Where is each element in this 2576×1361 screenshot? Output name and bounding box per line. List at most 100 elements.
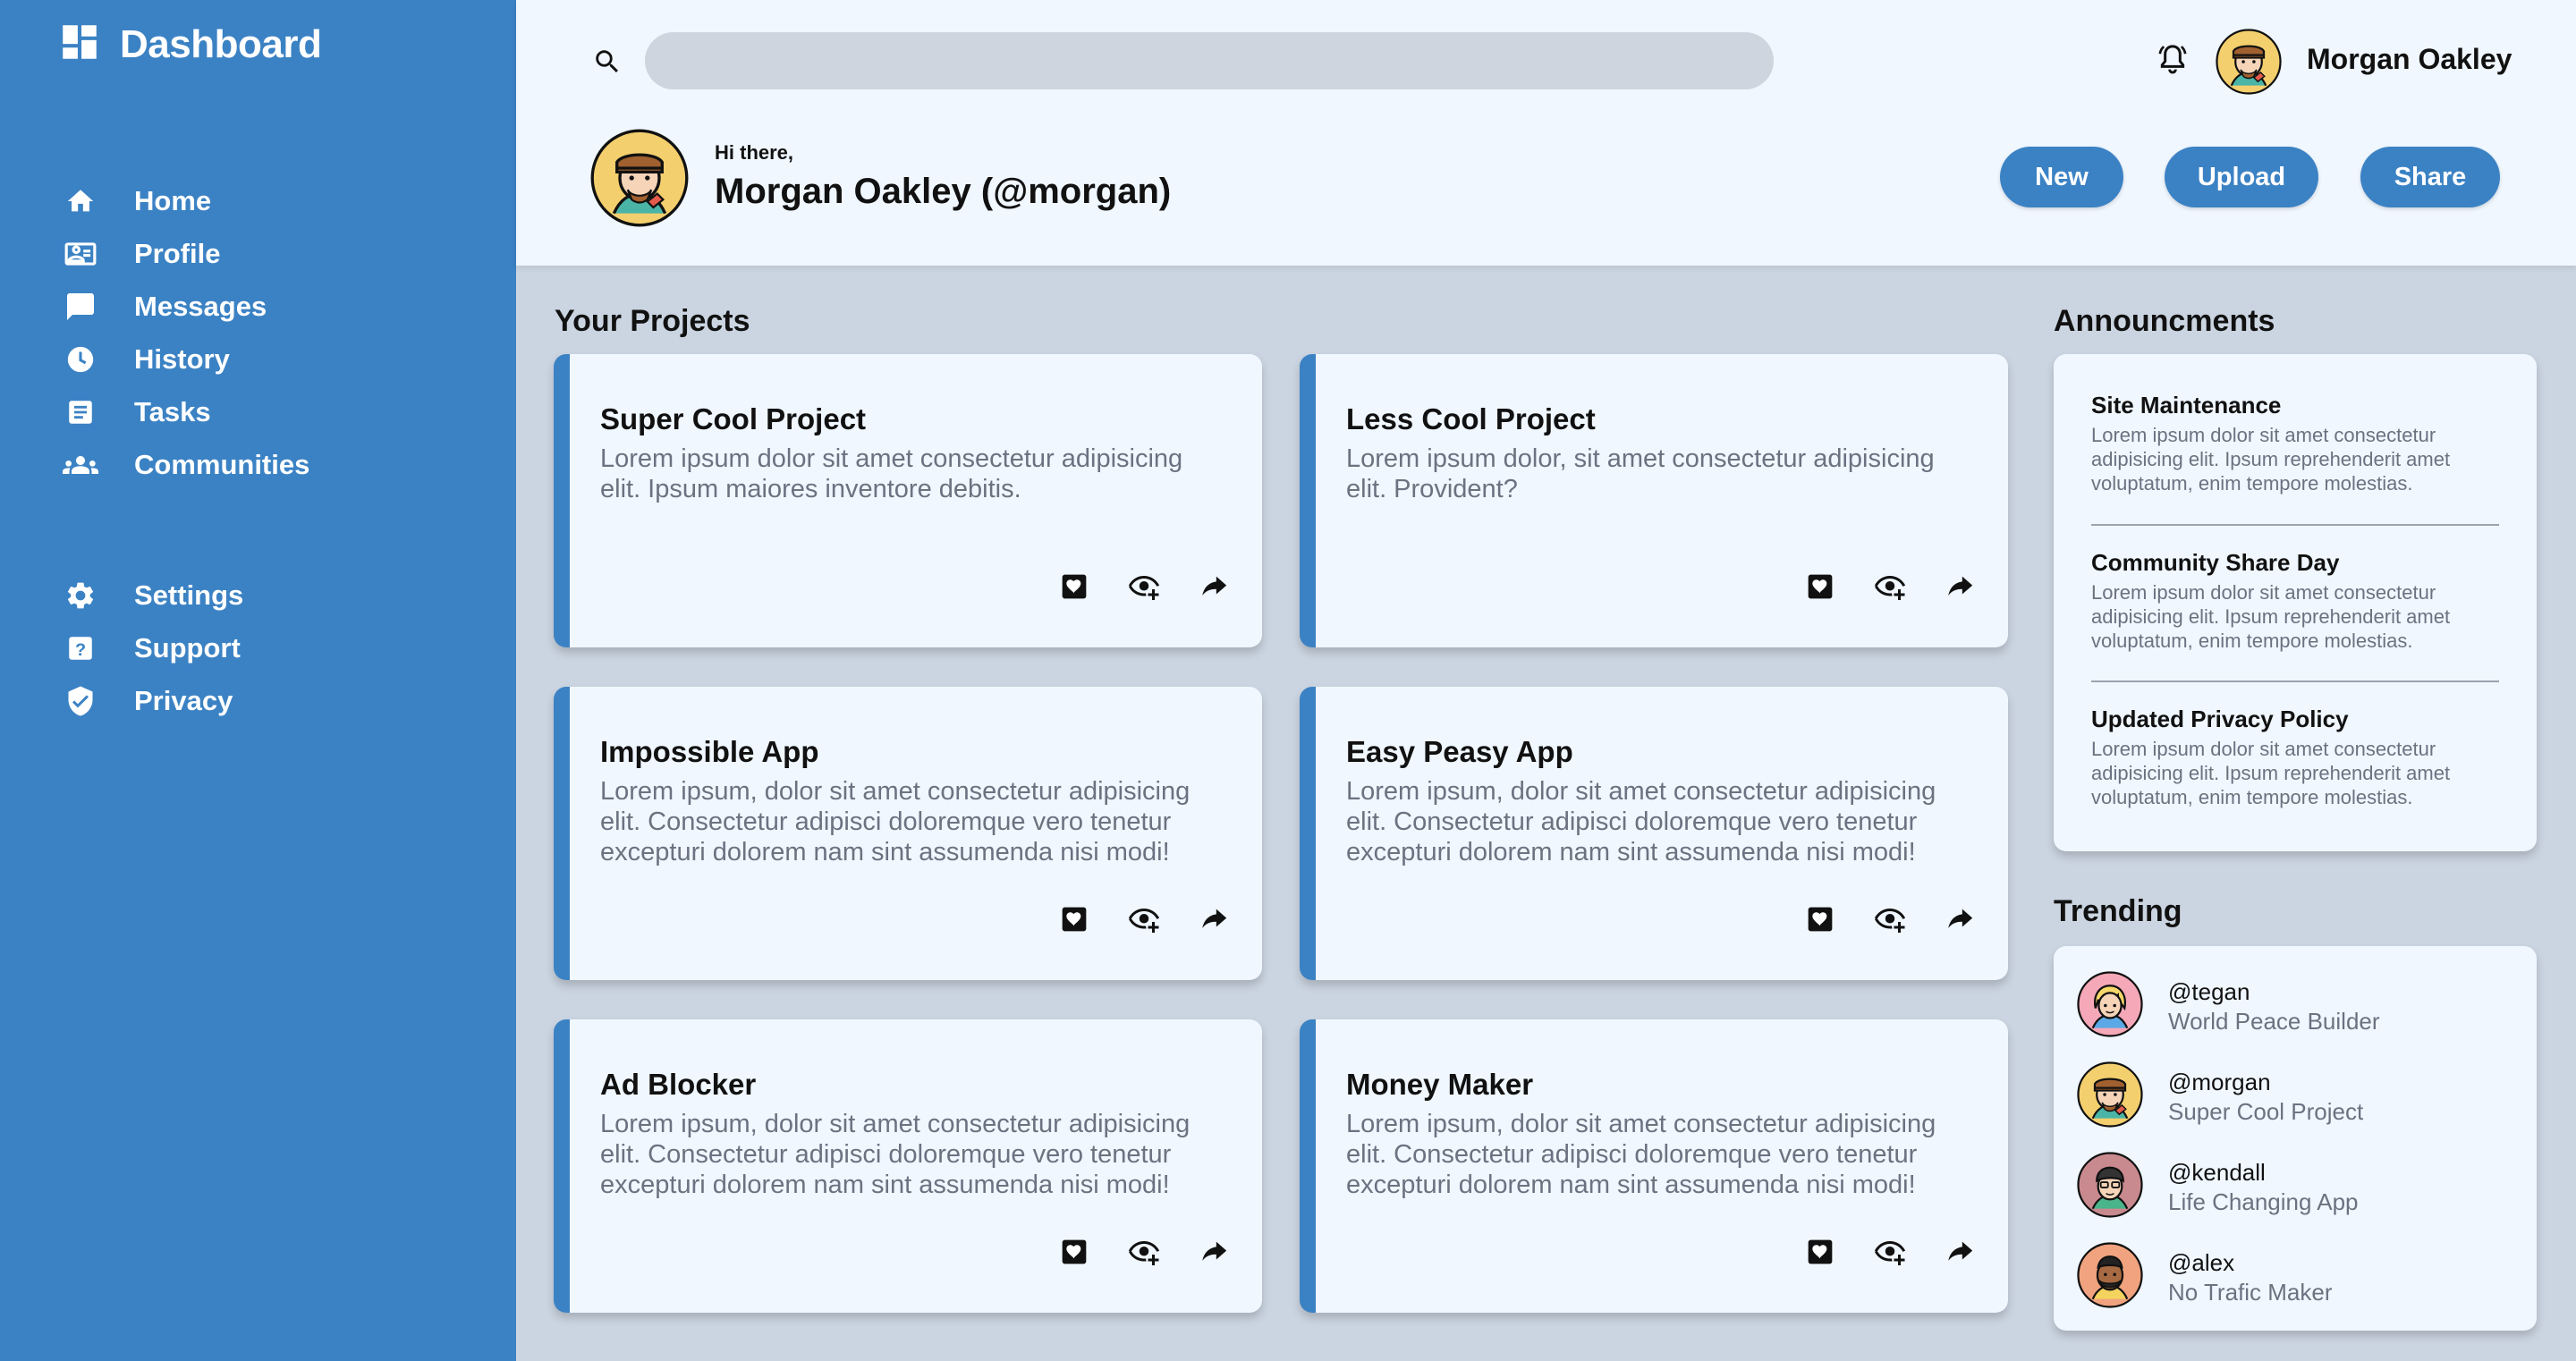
announcements-title: Announcments	[2054, 304, 2275, 338]
announcement-title: Updated Privacy Policy	[2091, 706, 2349, 732]
trending-item[interactable]: @kendall Life Changing App	[2077, 1152, 2359, 1222]
project-card[interactable]: Ad Blocker Lorem ipsum, dolor sit amet c…	[554, 1019, 1262, 1313]
sidebar-item-communities[interactable]: Communities	[63, 438, 309, 491]
announcement-body: Lorem ipsum dolor sit amet consectetur a…	[2091, 581, 2451, 652]
trending-item[interactable]: @alex No Trafic Maker	[2077, 1242, 2333, 1313]
watch-icon[interactable]	[1874, 1236, 1906, 1268]
header: Morgan Oakley Hi there, Morgan Oakley (@…	[516, 0, 2576, 266]
user-name[interactable]: Morgan Oakley	[2307, 43, 2512, 76]
watch-icon[interactable]	[1874, 903, 1906, 935]
project-title: Impossible App	[600, 735, 819, 768]
sidebar-item-messages[interactable]: Messages	[63, 280, 309, 333]
sidebar-item-label: Privacy	[134, 684, 233, 716]
gear-icon	[63, 578, 98, 613]
watch-icon[interactable]	[1128, 571, 1160, 603]
sidebar-item-support[interactable]: ? Support	[63, 621, 243, 674]
sidebar-item-label: Messages	[134, 290, 267, 322]
announcements-panel: Site Maintenance Lorem ipsum dolor sit a…	[2054, 354, 2537, 851]
project-description: Lorem ipsum dolor sit amet consectetur a…	[600, 444, 1183, 503]
profile-display-name: Morgan Oakley (@morgan)	[715, 172, 1172, 211]
sidebar-item-history[interactable]: History	[63, 333, 309, 385]
trending-handle: @alex	[2168, 1248, 2235, 1276]
upload-button[interactable]: Upload	[2165, 147, 2318, 207]
project-description: Lorem ipsum, dolor sit amet consectetur …	[600, 777, 1191, 866]
home-icon	[63, 183, 98, 219]
sidebar-item-tasks[interactable]: Tasks	[63, 385, 309, 438]
sidebar-item-profile[interactable]: Profile	[63, 227, 309, 280]
project-actions	[1058, 1236, 1230, 1268]
new-button[interactable]: New	[2000, 147, 2123, 207]
secondary-nav: Settings ? Support Privacy	[63, 569, 243, 727]
watch-icon[interactable]	[1128, 903, 1160, 935]
favorite-icon[interactable]	[1804, 903, 1836, 935]
project-description: Lorem ipsum dolor, sit amet consectetur …	[1346, 444, 1935, 503]
svg-text:?: ?	[75, 639, 86, 659]
project-title: Less Cool Project	[1346, 402, 1596, 435]
sidebar-item-privacy[interactable]: Privacy	[63, 674, 243, 727]
project-title: Super Cool Project	[600, 402, 867, 435]
greeting: Hi there,	[715, 141, 794, 164]
people-icon	[63, 447, 98, 483]
watch-icon[interactable]	[1128, 1236, 1160, 1268]
sidebar-item-label: Settings	[134, 579, 244, 611]
announcement-item[interactable]: Updated Privacy Policy Lorem ipsum dolor…	[2054, 706, 2494, 809]
announcement-body: Lorem ipsum dolor sit amet consectetur a…	[2091, 424, 2451, 495]
divider	[2091, 524, 2499, 526]
share-icon[interactable]	[1198, 903, 1230, 935]
announcement-title: Site Maintenance	[2091, 392, 2282, 418]
trending-subtitle: Life Changing App	[2168, 1188, 2359, 1215]
share-icon[interactable]	[1944, 903, 1976, 935]
clock-icon	[63, 342, 98, 377]
avatar	[2077, 1152, 2143, 1222]
watch-icon[interactable]	[1874, 571, 1906, 603]
message-icon	[63, 289, 98, 325]
project-actions	[1804, 903, 1976, 935]
favorite-icon[interactable]	[1804, 1236, 1836, 1268]
project-card[interactable]: Impossible App Lorem ipsum, dolor sit am…	[554, 687, 1262, 980]
favorite-icon[interactable]	[1058, 903, 1090, 935]
trending-handle: @tegan	[2168, 977, 2250, 1005]
bell-icon[interactable]	[2155, 41, 2190, 81]
favorite-icon[interactable]	[1804, 571, 1836, 603]
share-icon[interactable]	[1198, 571, 1230, 603]
avatar[interactable]	[2216, 29, 2282, 99]
search-input[interactable]	[645, 32, 1774, 89]
id-card-icon	[63, 236, 98, 272]
share-icon[interactable]	[1944, 571, 1976, 603]
sidebar-item-label: Communities	[134, 448, 310, 480]
project-card[interactable]: Less Cool Project Lorem ipsum dolor, sit…	[1300, 354, 2008, 647]
sidebar-item-home[interactable]: Home	[63, 174, 309, 227]
trending-subtitle: No Trafic Maker	[2168, 1278, 2333, 1306]
trending-title: Trending	[2054, 894, 2182, 928]
trending-item[interactable]: @tegan World Peace Builder	[2077, 971, 2380, 1042]
project-title: Money Maker	[1346, 1068, 1534, 1101]
project-card[interactable]: Easy Peasy App Lorem ipsum, dolor sit am…	[1300, 687, 2008, 980]
share-button[interactable]: Share	[2360, 147, 2500, 207]
sidebar: Dashboard Home Profile Messages History …	[0, 0, 516, 1361]
announcement-title: Community Share Day	[2091, 549, 2340, 576]
avatar	[2077, 971, 2143, 1042]
trending-subtitle: World Peace Builder	[2168, 1007, 2380, 1035]
share-icon[interactable]	[1198, 1236, 1230, 1268]
divider	[2091, 680, 2499, 682]
projects-title: Your Projects	[555, 304, 750, 338]
project-description: Lorem ipsum, dolor sit amet consectetur …	[600, 1110, 1191, 1199]
project-title: Ad Blocker	[600, 1068, 757, 1101]
brand[interactable]: Dashboard	[57, 20, 322, 69]
share-icon[interactable]	[1944, 1236, 1976, 1268]
project-actions	[1058, 903, 1230, 935]
trending-item[interactable]: @morgan Super Cool Project	[2077, 1061, 2363, 1132]
search-icon[interactable]	[592, 46, 623, 81]
project-card[interactable]: Money Maker Lorem ipsum, dolor sit amet …	[1300, 1019, 2008, 1313]
sidebar-item-label: Support	[134, 631, 241, 664]
announcement-item[interactable]: Site Maintenance Lorem ipsum dolor sit a…	[2054, 392, 2494, 495]
project-card[interactable]: Super Cool Project Lorem ipsum dolor sit…	[554, 354, 1262, 647]
project-actions	[1058, 571, 1230, 603]
project-actions	[1804, 1236, 1976, 1268]
project-title: Easy Peasy App	[1346, 735, 1573, 768]
avatar	[2077, 1242, 2143, 1313]
favorite-icon[interactable]	[1058, 1236, 1090, 1268]
sidebar-item-settings[interactable]: Settings	[63, 569, 243, 621]
favorite-icon[interactable]	[1058, 571, 1090, 603]
announcement-item[interactable]: Community Share Day Lorem ipsum dolor si…	[2054, 549, 2494, 653]
